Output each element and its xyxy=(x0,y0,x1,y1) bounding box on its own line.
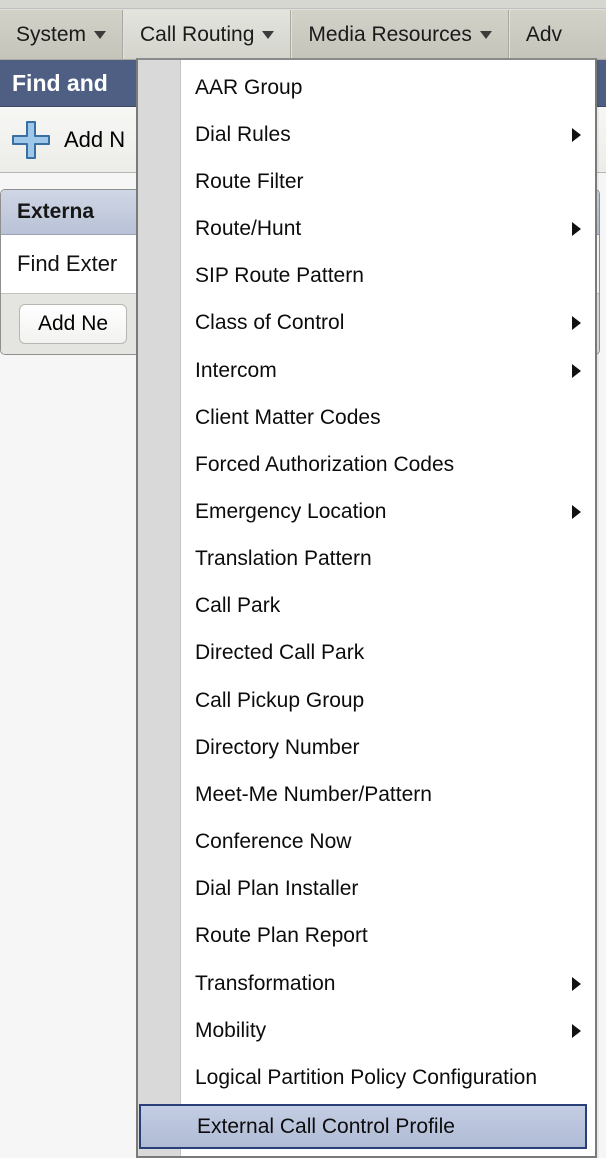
menu-system[interactable]: System xyxy=(0,10,123,59)
dropdown-item-meet-me-number-pattern[interactable]: Meet-Me Number/Pattern xyxy=(181,771,595,818)
dropdown-item-label: Emergency Location xyxy=(195,500,386,524)
window-top-strip xyxy=(0,0,606,9)
dropdown-item-directory-number[interactable]: Directory Number xyxy=(181,724,595,771)
caret-icon xyxy=(262,31,274,39)
submenu-arrow-icon xyxy=(572,316,581,330)
dropdown-item-transformation[interactable]: Transformation xyxy=(181,960,595,1007)
menu-advanced[interactable]: Adv xyxy=(509,10,578,59)
dropdown-item-label: Forced Authorization Codes xyxy=(195,453,454,477)
dropdown-item-label: AAR Group xyxy=(195,76,302,100)
dropdown-gutter xyxy=(138,60,181,1156)
dropdown-item-sip-route-pattern[interactable]: SIP Route Pattern xyxy=(181,253,595,300)
dropdown-item-label: Route Plan Report xyxy=(195,924,368,948)
dropdown-item-label: Intercom xyxy=(195,359,277,383)
dropdown-item-external-call-control-profile[interactable]: External Call Control Profile xyxy=(139,1104,587,1148)
dropdown-item-label: Conference Now xyxy=(195,830,351,854)
dropdown-item-label: Class of Control xyxy=(195,311,344,335)
submenu-arrow-icon xyxy=(572,1024,581,1038)
dropdown-item-client-matter-codes[interactable]: Client Matter Codes xyxy=(181,394,595,441)
dropdown-item-translation-pattern[interactable]: Translation Pattern xyxy=(181,536,595,583)
dropdown-item-label: Directed Call Park xyxy=(195,641,364,665)
dropdown-item-label: Call Pickup Group xyxy=(195,689,364,713)
submenu-arrow-icon xyxy=(572,222,581,236)
page-title: Find and xyxy=(12,70,108,97)
dropdown-item-forced-authorization-codes[interactable]: Forced Authorization Codes xyxy=(181,441,595,488)
submenu-arrow-icon xyxy=(572,505,581,519)
dropdown-item-conference-now[interactable]: Conference Now xyxy=(181,819,595,866)
plus-icon[interactable] xyxy=(10,119,52,161)
dropdown-item-route-filter[interactable]: Route Filter xyxy=(181,158,595,205)
dropdown-item-dial-rules[interactable]: Dial Rules xyxy=(181,111,595,158)
toolbar-add-new-label[interactable]: Add N xyxy=(64,127,125,153)
dropdown-item-mobility[interactable]: Mobility xyxy=(181,1007,595,1054)
dropdown-item-call-pickup-group[interactable]: Call Pickup Group xyxy=(181,677,595,724)
menu-media-resources-label: Media Resources xyxy=(308,23,471,47)
dropdown-item-label: Transformation xyxy=(195,972,335,996)
menu-call-routing[interactable]: Call Routing xyxy=(123,10,291,59)
dropdown-item-label: External Call Control Profile xyxy=(197,1115,455,1139)
dropdown-item-label: Logical Partition Policy Configuration xyxy=(195,1066,537,1090)
caret-icon xyxy=(94,31,106,39)
panel-header-label: Externa xyxy=(17,200,94,223)
dropdown-item-class-of-control[interactable]: Class of Control xyxy=(181,300,595,347)
dropdown-item-label: Meet-Me Number/Pattern xyxy=(195,783,432,807)
dropdown-item-route-plan-report[interactable]: Route Plan Report xyxy=(181,913,595,960)
submenu-arrow-icon xyxy=(572,364,581,378)
dropdown-item-logical-partition-policy-configuration[interactable]: Logical Partition Policy Configuration xyxy=(181,1054,595,1101)
add-new-button[interactable]: Add Ne xyxy=(19,304,127,344)
call-routing-dropdown: AAR Group Dial Rules Route Filter Route/Hun… xyxy=(136,58,597,1158)
menu-call-routing-label: Call Routing xyxy=(140,23,254,47)
find-label: Find Exter xyxy=(17,251,117,276)
dropdown-item-label: Dial Rules xyxy=(195,123,291,147)
submenu-arrow-icon xyxy=(572,128,581,142)
menu-advanced-label: Adv xyxy=(526,23,562,47)
dropdown-item-dial-plan-installer[interactable]: Dial Plan Installer xyxy=(181,866,595,913)
dropdown-item-route-hunt[interactable]: Route/Hunt xyxy=(181,205,595,252)
submenu-arrow-icon xyxy=(572,977,581,991)
dropdown-item-label: Client Matter Codes xyxy=(195,406,381,430)
dropdown-item-directed-call-park[interactable]: Directed Call Park xyxy=(181,630,595,677)
dropdown-item-label: Translation Pattern xyxy=(195,547,372,571)
dropdown-item-intercom[interactable]: Intercom xyxy=(181,347,595,394)
menubar: System Call Routing Media Resources Adv xyxy=(0,9,606,60)
dropdown-item-emergency-location[interactable]: Emergency Location xyxy=(181,488,595,535)
caret-icon xyxy=(480,31,492,39)
dropdown-item-label: SIP Route Pattern xyxy=(195,264,364,288)
dropdown-item-aar-group[interactable]: AAR Group xyxy=(181,64,595,111)
dropdown-list: AAR Group Dial Rules Route Filter Route/Hun… xyxy=(181,60,595,1156)
menu-media-resources[interactable]: Media Resources xyxy=(291,10,508,59)
dropdown-item-label: Mobility xyxy=(195,1019,266,1043)
dropdown-item-call-park[interactable]: Call Park xyxy=(181,583,595,630)
dropdown-item-label: Call Park xyxy=(195,594,280,618)
menu-system-label: System xyxy=(16,23,86,47)
dropdown-item-label: Route Filter xyxy=(195,170,304,194)
dropdown-item-label: Directory Number xyxy=(195,736,360,760)
add-new-button-label: Add Ne xyxy=(38,312,108,336)
dropdown-item-label: Route/Hunt xyxy=(195,217,301,241)
dropdown-item-label: Dial Plan Installer xyxy=(195,877,358,901)
